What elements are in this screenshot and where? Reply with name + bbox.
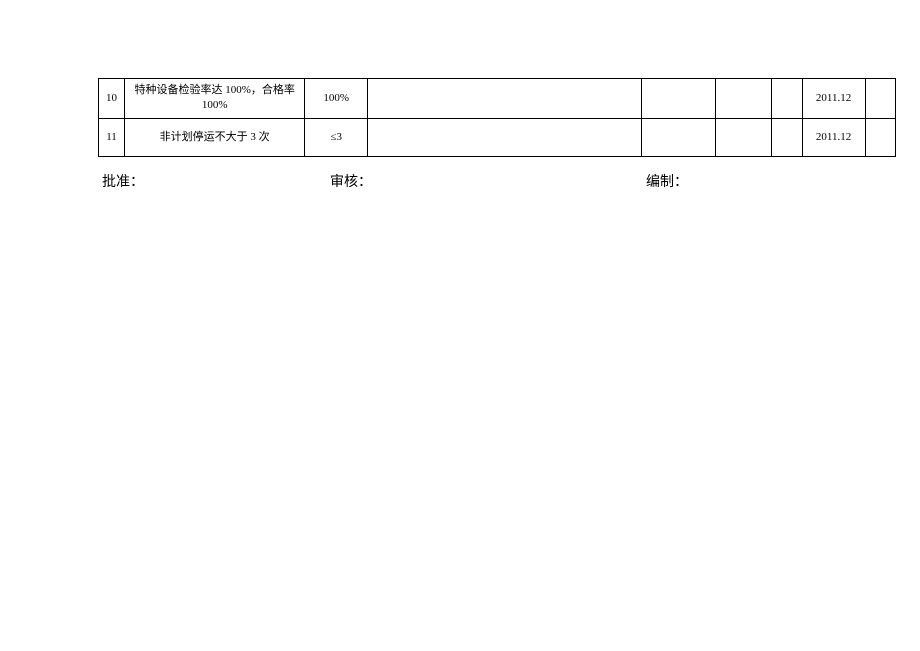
cell-c4 xyxy=(368,79,642,119)
cell-c5 xyxy=(641,79,715,119)
cell-val: 100% xyxy=(305,79,368,119)
compile-label: 编制： xyxy=(372,171,688,191)
cell-c8: 2011.12 xyxy=(802,79,865,119)
table-row: 11 非计划停运不大于 3 次 ≤3 2011.12 xyxy=(99,118,896,156)
data-table: 10 特种设备检验率达 100%，合格率100% 100% 2011.12 11… xyxy=(98,78,896,157)
cell-c6 xyxy=(715,118,771,156)
cell-val: ≤3 xyxy=(305,118,368,156)
document-container: 10 特种设备检验率达 100%，合格率100% 100% 2011.12 11… xyxy=(0,0,920,191)
cell-c7 xyxy=(772,118,802,156)
cell-c6 xyxy=(715,79,771,119)
cell-c7 xyxy=(772,79,802,119)
table-row: 10 特种设备检验率达 100%，合格率100% 100% 2011.12 xyxy=(99,79,896,119)
cell-desc: 特种设备检验率达 100%，合格率100% xyxy=(125,79,305,119)
cell-num: 11 xyxy=(99,118,125,156)
cell-c4 xyxy=(368,118,642,156)
cell-desc: 非计划停运不大于 3 次 xyxy=(125,118,305,156)
review-label: 审核： xyxy=(144,171,372,191)
cell-c9 xyxy=(865,118,895,156)
signature-row: 批准： 审核： 编制： xyxy=(98,171,896,191)
cell-num: 10 xyxy=(99,79,125,119)
cell-c5 xyxy=(641,118,715,156)
approve-label: 批准： xyxy=(98,171,144,191)
cell-c8: 2011.12 xyxy=(802,118,865,156)
cell-c9 xyxy=(865,79,895,119)
